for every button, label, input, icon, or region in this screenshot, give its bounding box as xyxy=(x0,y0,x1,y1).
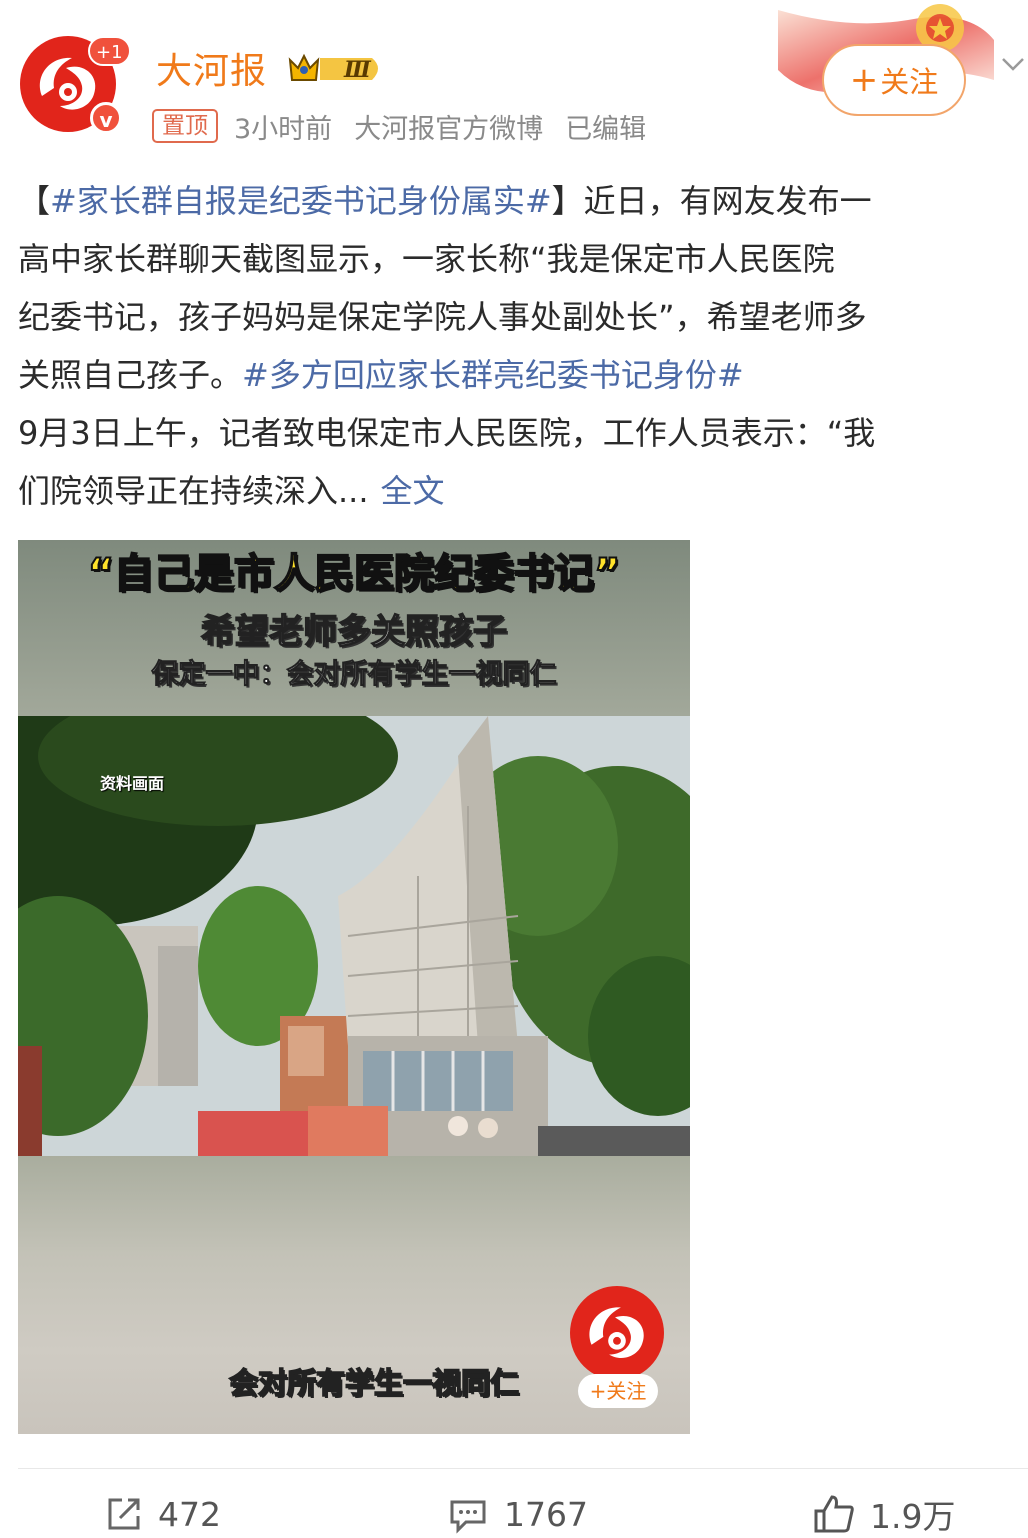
repost-count: 472 xyxy=(158,1494,221,1534)
post-source[interactable]: 大河报官方微博 xyxy=(354,107,543,146)
video-player[interactable]: “自己是市人民医院纪委书记” 希望老师多关照孩子 保定一中：会对所有学生一视同仁 xyxy=(18,540,690,1434)
post-line: 关照自己孩子。#多方回应家长群亮纪委书记身份# xyxy=(18,346,1028,404)
post-line: 9月3日上午，记者致电保定市人民医院，工作人员表示：“我 xyxy=(18,414,876,452)
full-text-link[interactable]: 全文 xyxy=(381,472,445,510)
post-line: 们院领导正在持续深入... 全文 xyxy=(18,462,1028,520)
topic-tag-link[interactable]: #多方回应家长群亮纪委书记身份# xyxy=(242,356,744,394)
material-footage-label: 资料画面 xyxy=(100,774,165,793)
video-caption-title: “自己是市人民医院纪委书记” xyxy=(87,550,622,598)
post-body: 【#家长群自报是纪委书记身份属实#】近日，有网友发布一 高中家长群聊天截图显示，… xyxy=(18,172,1028,520)
pinned-tag: 置顶 xyxy=(152,109,218,143)
video-caption-note: 保定一中：会对所有学生一视同仁 xyxy=(151,659,557,691)
post-line: 【#家长群自报是纪委书记身份属实#】近日，有网友发布一 xyxy=(18,172,1028,230)
like-count: 1.9万 xyxy=(870,1497,956,1536)
new-post-badge: +1 xyxy=(88,36,131,66)
video-subtitle: 会对所有学生一视同仁 xyxy=(228,1365,520,1401)
post-line: 纪委书记，孩子妈妈是保定学院人事处副处长”，希望老师多 xyxy=(18,298,867,336)
level-text: Ⅲ xyxy=(343,57,372,83)
video-caption-subtitle: 希望老师多关照孩子 xyxy=(200,611,508,653)
post-meta: 置顶 3小时前 大河报官方微博 已编辑 xyxy=(152,107,647,146)
comment-count: 1767 xyxy=(504,1494,588,1534)
follow-label: 关注 xyxy=(880,65,939,99)
post-text-segment: 们院领导正在持续深入... xyxy=(18,472,369,510)
topic-tag-link[interactable]: #家长群自报是纪委书记身份属实# xyxy=(50,182,552,220)
repost-icon xyxy=(108,1498,140,1530)
plus-icon: + xyxy=(849,60,879,100)
bracket-open: 【 xyxy=(18,182,51,220)
follow-button[interactable]: + 关注 xyxy=(822,44,966,116)
chevron-down-icon[interactable] xyxy=(1000,54,1026,74)
post-line: 高中家长群聊天截图显示，一家长称“我是保定市人民医院 xyxy=(18,240,835,278)
thumbs-up-icon xyxy=(814,1495,854,1533)
divider xyxy=(18,1468,1028,1469)
like-button[interactable]: 1.9万 xyxy=(812,1492,955,1536)
verified-badge: v xyxy=(90,102,122,134)
comment-button[interactable]: 1767 xyxy=(446,1492,588,1536)
crown-level-icon[interactable]: Ⅲ xyxy=(286,50,386,86)
repost-button[interactable]: 472 xyxy=(104,1492,221,1536)
post-text-segment: 】近日，有网友发布一 xyxy=(551,182,872,220)
account-name[interactable]: 大河报 xyxy=(156,42,267,94)
comment-icon xyxy=(450,1500,486,1534)
post-text-segment: 关照自己孩子。 xyxy=(18,356,243,394)
edited-label: 已编辑 xyxy=(565,113,647,145)
post-time: 3小时前 xyxy=(234,113,333,145)
